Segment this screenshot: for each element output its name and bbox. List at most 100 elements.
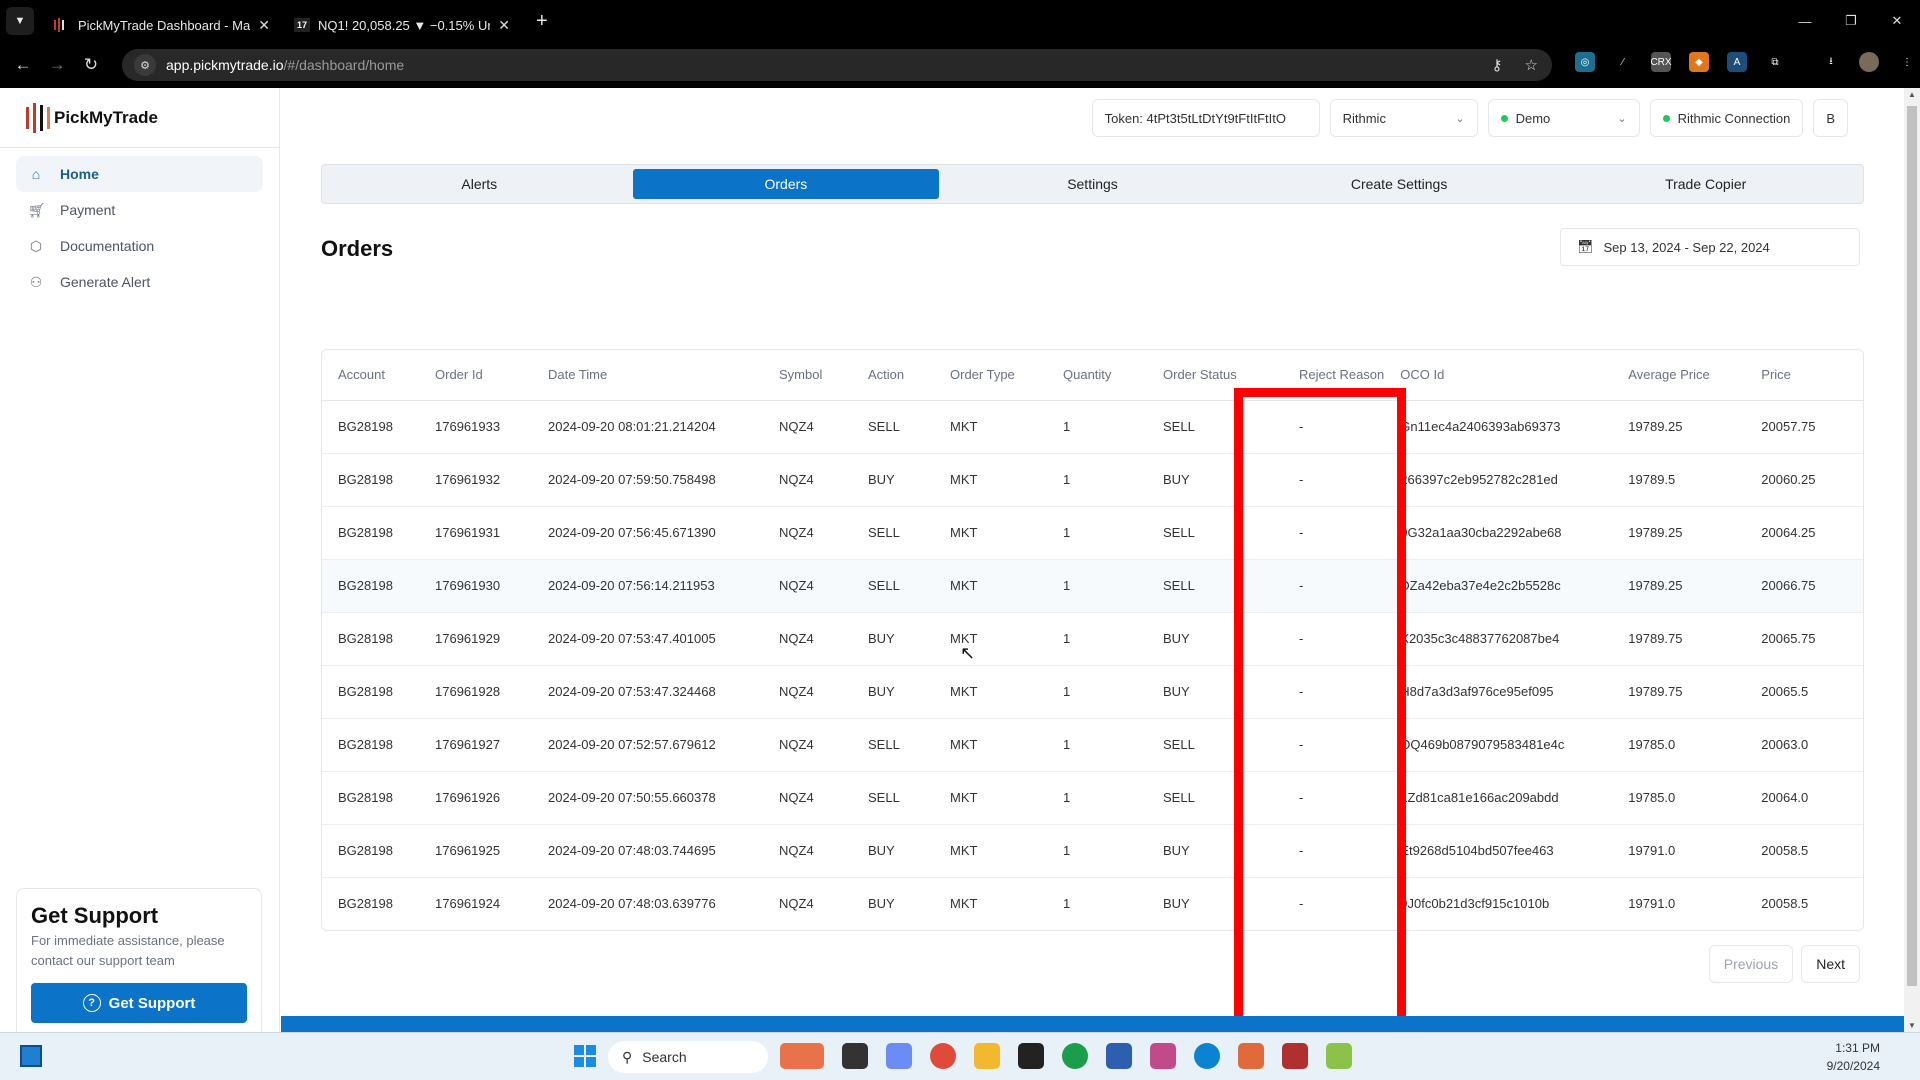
notepad-icon[interactable] <box>1106 1043 1132 1069</box>
media-app-icon[interactable] <box>1282 1043 1308 1069</box>
column-header-price[interactable]: Price <box>1745 350 1863 401</box>
close-tab-icon[interactable]: ✕ <box>258 17 270 34</box>
environment-select[interactable]: Demo ⌄ <box>1487 99 1640 137</box>
column-header-date-time[interactable]: Date Time <box>532 350 763 401</box>
column-header-account[interactable]: Account <box>322 350 419 401</box>
browser-tab-tradingview[interactable]: 17 NQ1! 20,058.25 ▼ −0.15% Unna ✕ <box>282 8 522 42</box>
sidebar-item-payment[interactable]: 🛒︎ Payment <box>16 192 263 228</box>
column-header-order-id[interactable]: Order Id <box>419 350 532 401</box>
column-header-action[interactable]: Action <box>852 350 934 401</box>
cell-order-status: SELL <box>1147 400 1247 454</box>
sidebar-item-home[interactable]: ⌂ Home <box>16 156 263 192</box>
new-tab-button[interactable]: + <box>536 10 548 33</box>
forward-icon[interactable]: → <box>40 55 74 75</box>
cell-quantity: 1 <box>1047 453 1147 507</box>
page-scrollbar[interactable]: ▲ ▼ <box>1904 88 1920 1032</box>
cell-oco-id: H8d7a3d3af976ce95ef095 <box>1384 665 1613 719</box>
tab-settings[interactable]: Settings <box>939 169 1246 199</box>
fruit-app-icon[interactable] <box>780 1043 824 1069</box>
browser-tab-pickmytrade[interactable]: PickMyTrade Dashboard - Mana ✕ <box>42 8 282 42</box>
column-header-order-status[interactable]: Order Status <box>1147 350 1247 401</box>
logo[interactable]: PickMyTrade <box>0 88 279 148</box>
snipping-tool-icon[interactable] <box>1150 1043 1176 1069</box>
widgets-icon[interactable] <box>20 1045 42 1067</box>
chrome-app-icon[interactable] <box>930 1043 956 1069</box>
cell-oco-id: 0G32a1aa30cba2292abe68 <box>1384 506 1613 560</box>
system-clock[interactable]: 1:31 PM 9/20/2024 <box>1827 1039 1880 1075</box>
cell-average-price: 19785.0 <box>1612 771 1746 825</box>
next-page-button[interactable]: Next <box>1801 945 1860 983</box>
skype-icon[interactable] <box>1194 1043 1220 1069</box>
table-row[interactable]: BG28198 176961931 2024-09-20 07:56:45.6713… <box>322 506 1863 560</box>
broom-extension-icon[interactable]: ⁄ <box>1613 52 1633 72</box>
extensions-puzzle-icon[interactable]: ⧉ <box>1765 52 1785 72</box>
cell-account: BG28198 <box>322 612 419 666</box>
green-app-icon[interactable] <box>1326 1043 1352 1069</box>
file-explorer-icon[interactable] <box>974 1043 1000 1069</box>
profile-avatar-icon[interactable] <box>1859 52 1879 72</box>
download-icon[interactable]: ⭳ <box>1821 52 1841 72</box>
table-row[interactable]: BG28198 176961929 2024-09-20 07:53:47.4010… <box>322 612 1863 666</box>
connection-status-button[interactable]: Rithmic Connection <box>1649 99 1804 137</box>
globe-extension-icon[interactable]: ◎ <box>1575 52 1595 72</box>
sidebar-item-documentation[interactable]: ⬡ Documentation <box>16 228 263 264</box>
cell-reject-reason: - <box>1247 665 1385 719</box>
previous-page-button[interactable]: Previous <box>1708 945 1794 983</box>
password-key-icon[interactable]: ⚷ <box>1492 56 1503 74</box>
tab-create-settings[interactable]: Create Settings <box>1246 169 1553 199</box>
terminal-app-icon[interactable] <box>842 1043 868 1069</box>
minimize-icon[interactable]: — <box>1782 14 1828 29</box>
pickmytrade-favicon-icon <box>54 18 70 32</box>
cell-oco-id: 266397c2eb952782c281ed <box>1384 453 1613 507</box>
section-tabs: Alerts Orders Settings Create Settings T… <box>321 164 1864 204</box>
table-row[interactable]: BG28198 176961927 2024-09-20 07:52:57.6796… <box>322 718 1863 772</box>
cell-symbol: NQZ4 <box>763 453 852 507</box>
sticky-notes-icon[interactable] <box>1018 1043 1044 1069</box>
broker-select[interactable]: Rithmic ⌄ <box>1329 99 1478 137</box>
taskbar-search[interactable]: ⚲ Search <box>608 1041 768 1073</box>
restore-icon[interactable]: ❐ <box>1828 13 1874 29</box>
table-row[interactable]: BG28198 176961928 2024-09-20 07:53:47.3244… <box>322 665 1863 719</box>
metamask-extension-icon[interactable]: ◆ <box>1689 52 1709 72</box>
reload-icon[interactable]: ↻ <box>74 55 108 75</box>
table-row[interactable]: BG28198 176961924 2024-09-20 07:48:03.6397… <box>322 877 1863 930</box>
browser-menu-icon[interactable]: ⋮ <box>1897 52 1917 72</box>
site-info-icon[interactable]: ⚙ <box>134 54 156 76</box>
get-support-button[interactable]: ? Get Support <box>31 983 247 1023</box>
cell-quantity: 1 <box>1047 771 1147 825</box>
tab-alerts[interactable]: Alerts <box>326 169 633 199</box>
tab-orders[interactable]: Orders <box>632 169 940 199</box>
cell-date-time: 2024-09-20 07:48:03.639776 <box>548 896 716 912</box>
address-bar[interactable]: ⚙ app.pickmytrade.io/#/dashboard/home ⚷ … <box>122 49 1552 81</box>
scroll-up-icon[interactable]: ▲ <box>1904 90 1920 99</box>
tab-trade-copier[interactable]: Trade Copier <box>1552 169 1859 199</box>
windows-start-icon[interactable] <box>574 1045 596 1067</box>
orders-table: Account Order Id Date Time Symbol Action Orde… <box>322 350 1863 930</box>
table-row[interactable]: BG28198 176961926 2024-09-20 07:50:55.6603… <box>322 771 1863 825</box>
close-tab-icon[interactable]: ✕ <box>498 17 510 34</box>
column-header-oco-id[interactable]: OCO Id <box>1384 350 1613 401</box>
scroll-down-icon[interactable]: ▼ <box>1904 1021 1920 1030</box>
tab-search-button[interactable]: ▼ <box>6 7 34 35</box>
column-header-quantity[interactable]: Quantity <box>1047 350 1147 401</box>
whatsapp-icon[interactable] <box>1062 1043 1088 1069</box>
sidebar-item-generate-alert[interactable]: ⚇ Generate Alert <box>16 264 263 300</box>
pinwheel-app-icon[interactable] <box>1238 1043 1264 1069</box>
user-avatar-button[interactable]: B <box>1813 99 1848 137</box>
column-header-symbol[interactable]: Symbol <box>763 350 852 401</box>
copilot-app-icon[interactable] <box>886 1043 912 1069</box>
table-row[interactable]: BG28198 176961932 2024-09-20 07:59:50.7584… <box>322 453 1863 507</box>
scrollbar-thumb[interactable] <box>1907 106 1917 986</box>
back-icon[interactable]: ← <box>6 55 40 75</box>
column-header-order-type[interactable]: Order Type <box>934 350 1047 401</box>
column-header-reject-reason[interactable]: Reject Reason <box>1247 350 1385 401</box>
table-row[interactable]: BG28198 176961933 2024-09-20 08:01:21.2142… <box>322 400 1863 454</box>
bookmark-star-icon[interactable]: ☆ <box>1525 56 1538 74</box>
column-header-average-price[interactable]: Average Price <box>1612 350 1746 401</box>
table-row[interactable]: BG28198 176961930 2024-09-20 07:56:14.2119… <box>322 559 1863 613</box>
date-range-picker[interactable]: 📅︎ Sep 13, 2024 - Sep 22, 2024 <box>1560 228 1860 266</box>
crx-extension-icon[interactable]: CRX <box>1650 52 1672 72</box>
a-extension-icon[interactable]: A <box>1727 52 1747 72</box>
close-window-icon[interactable]: ✕ <box>1874 13 1920 29</box>
table-row[interactable]: BG28198 176961925 2024-09-20 07:48:03.7446… <box>322 824 1863 878</box>
